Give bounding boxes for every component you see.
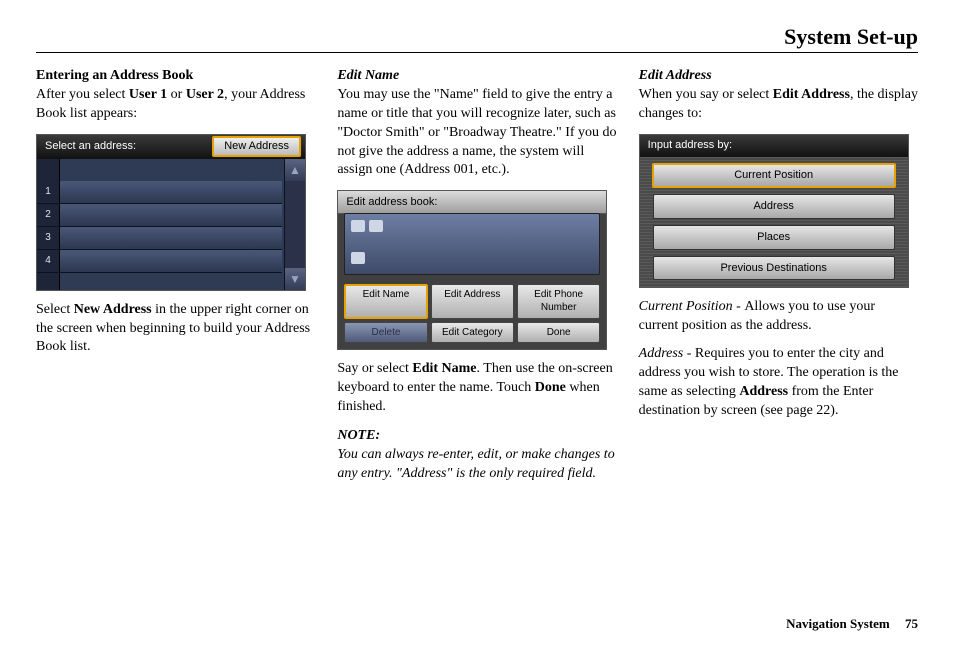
phone-icon [351,252,365,264]
option-previous-destinations[interactable]: Previous Destinations [653,256,895,281]
new-address-button[interactable]: New Address [212,136,301,157]
shot3-header: Input address by: [640,135,908,158]
shot2-info-area [344,213,600,275]
col1-heading: Entering an Address Book [36,68,193,83]
col3-bold-editaddress: Edit Address [773,87,850,102]
option-address[interactable]: Address [653,194,895,219]
edit-category-button[interactable]: Edit Category [431,322,514,344]
footer: Navigation System 75 [786,616,918,632]
shot2-buttons: Edit Name Edit Address Edit Phone Number… [344,284,600,344]
page-number: 75 [905,616,918,631]
option-current-position[interactable]: Current Position [652,163,896,188]
arrow-icon [351,220,365,232]
edit-name-button[interactable]: Edit Name [344,284,427,319]
list-item[interactable] [60,227,282,250]
shot2-title: Edit address book: [346,195,437,210]
col1-bold-user2: User 2 [186,87,224,102]
list-item[interactable] [60,250,282,273]
scroll-down-icon[interactable]: ▼ [285,268,305,290]
column-1: Entering an Address Book After you selec… [36,67,315,494]
col1-text-2a: Select [36,302,74,317]
column-3: Edit Address When you say or select Edit… [639,67,918,494]
col1-bold-user1: User 1 [129,87,167,102]
col3-italic-curpos: Current Position - [639,299,745,314]
scroll-up-icon[interactable]: ▲ [285,159,305,181]
note-heading: NOTE: [337,428,380,443]
screenshot-edit-address-book: Edit address book: Edit Name Edit Addres… [337,190,607,350]
screenshot-input-address-by: Input address by: Current Position Addre… [639,134,909,288]
list-item[interactable] [60,181,282,204]
shot2-header: Edit address book: [338,191,606,214]
row-num-1: 1 [37,181,59,204]
col2-bold-done: Done [535,380,566,395]
col3-heading: Edit Address [639,68,712,83]
col3-text-3c: screen (see page 22). [718,403,839,418]
col1-text-or: or [167,87,186,102]
shot3-title: Input address by: [648,138,732,153]
row-num-4: 4 [37,250,59,273]
home-icon [369,220,383,232]
address-rows [60,159,284,290]
scrollbar[interactable]: ▲ ▼ [284,159,305,290]
option-places[interactable]: Places [653,225,895,250]
col2-text-1: You may use the "Name" field to give the… [337,87,616,178]
content-columns: Entering an Address Book After you selec… [36,67,918,494]
col1-text-1a: After you select [36,87,129,102]
column-2: Edit Name You may use the "Name" field t… [337,67,616,494]
row-num-3: 3 [37,227,59,250]
shot1-title: Select an address: [45,139,136,154]
delete-button[interactable]: Delete [344,322,427,344]
col2-text-2a: Say or select [337,361,412,376]
col3-text-1a: When you say or select [639,87,773,102]
list-item[interactable] [60,204,282,227]
edit-phone-button[interactable]: Edit Phone Number [517,284,600,319]
footer-label: Navigation System [786,616,890,631]
row-num-2: 2 [37,204,59,227]
note-text: You can always re-enter, edit, or make c… [337,447,614,481]
col3-italic-address: Address - [639,346,695,361]
page-title: System Set-up [36,24,918,53]
shot1-header: Select an address: New Address [37,135,305,160]
col2-bold-editname: Edit Name [412,361,476,376]
col3-bold-address: Address [739,384,788,399]
row-numbers: 1 2 3 4 [37,159,60,290]
col3-text-3b: from the [788,384,843,399]
col1-bold-newaddress: New Address [74,302,152,317]
done-button[interactable]: Done [517,322,600,344]
edit-address-button[interactable]: Edit Address [431,284,514,319]
col2-heading: Edit Name [337,68,399,83]
screenshot-address-list: Select an address: New Address 1 2 3 4 [36,134,306,291]
